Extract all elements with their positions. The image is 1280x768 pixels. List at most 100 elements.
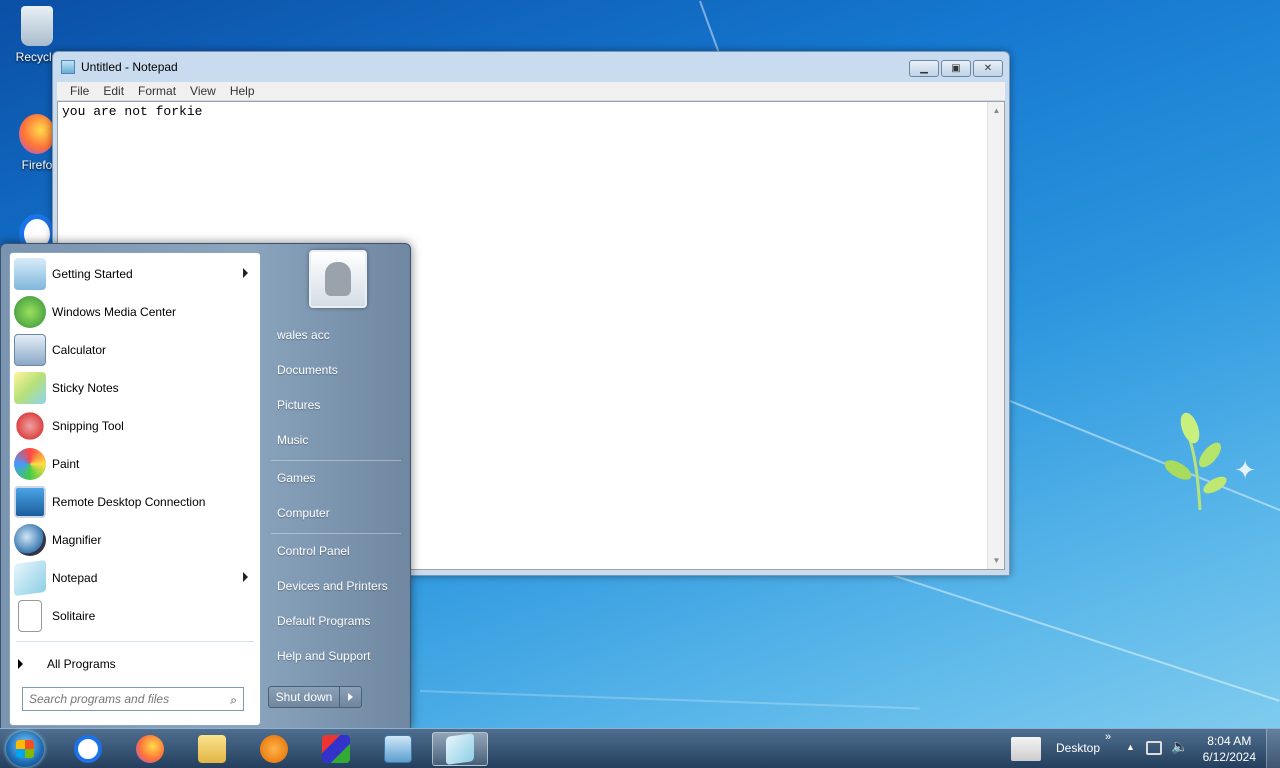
menu-bar: File Edit Format View Help xyxy=(57,82,1005,100)
wallpaper-streak xyxy=(419,690,920,710)
program-notepad[interactable]: Notepad xyxy=(10,559,260,597)
start-menu: Getting Started Windows Media Center Cal… xyxy=(0,243,411,729)
place-pictures[interactable]: Pictures xyxy=(277,398,320,412)
show-hidden-icons-icon[interactable]: ▲ xyxy=(1126,742,1135,752)
clock-date: 6/12/2024 xyxy=(1202,750,1256,764)
show-desktop-button[interactable] xyxy=(1266,729,1280,768)
taskbar-control-panel[interactable] xyxy=(370,732,426,766)
program-snipping-tool[interactable]: Snipping Tool xyxy=(10,407,260,445)
place-games[interactable]: Games xyxy=(277,471,316,485)
taskbar-firefox[interactable] xyxy=(122,732,178,766)
desktop-toolbar-label[interactable]: Desktop xyxy=(1056,741,1100,755)
scissors-icon xyxy=(14,410,46,442)
getting-started-icon xyxy=(14,258,46,290)
menu-edit[interactable]: Edit xyxy=(98,82,129,100)
remote-desktop-icon xyxy=(14,486,46,518)
program-label: Solitaire xyxy=(52,609,96,623)
taskbar-explorer[interactable] xyxy=(184,732,240,766)
cards-icon xyxy=(18,600,42,632)
shutdown-button[interactable]: Shut down xyxy=(268,686,340,708)
program-label: Notepad xyxy=(52,571,98,585)
desktop-icon-label: Firefo xyxy=(21,158,53,172)
program-sticky-notes[interactable]: Sticky Notes xyxy=(10,369,260,407)
network-icon[interactable] xyxy=(1146,741,1162,755)
maximize-button[interactable]: ▣ xyxy=(941,60,971,77)
program-label: Remote Desktop Connection xyxy=(52,495,206,509)
divider xyxy=(16,641,254,642)
place-help-support[interactable]: Help and Support xyxy=(277,649,370,663)
place-music[interactable]: Music xyxy=(277,433,308,447)
control-panel-icon xyxy=(384,735,412,763)
maximize-icon: ▣ xyxy=(951,63,961,74)
scroll-up-icon[interactable]: ▲ xyxy=(988,102,1005,119)
editor-content[interactable]: you are not forkie xyxy=(58,102,1004,121)
recycle-bin-icon xyxy=(21,6,53,46)
shutdown-options-button[interactable] xyxy=(340,686,362,708)
program-label: Calculator xyxy=(52,343,107,357)
menu-format[interactable]: Format xyxy=(133,82,181,100)
program-windows-media-center[interactable]: Windows Media Center xyxy=(10,293,260,331)
taskbar-chrome[interactable] xyxy=(60,732,116,766)
wallpaper-bird-icon: ✦ xyxy=(1234,455,1256,485)
program-label: Getting Started xyxy=(52,267,133,281)
window-title: Untitled - Notepad xyxy=(81,60,178,74)
user-picture-icon xyxy=(325,262,351,296)
program-label: Snipping Tool xyxy=(52,419,124,433)
windows-logo-icon xyxy=(16,740,34,758)
all-programs-arrow-icon xyxy=(18,659,23,669)
wallpaper-streak xyxy=(879,570,1280,702)
notepad-icon xyxy=(446,733,474,765)
menu-file[interactable]: File xyxy=(65,82,94,100)
place-documents[interactable]: Documents xyxy=(277,363,338,377)
taskbar-app-builder[interactable] xyxy=(308,732,364,766)
place-computer[interactable]: Computer xyxy=(277,506,330,520)
sticky-notes-icon xyxy=(14,372,46,404)
submenu-arrow-icon xyxy=(243,572,248,582)
chevron-right-icon xyxy=(348,693,353,701)
place-control-panel[interactable]: Control Panel xyxy=(277,544,350,558)
place-user-folder[interactable]: wales acc xyxy=(277,328,330,342)
divider xyxy=(271,533,401,534)
media-player-icon xyxy=(260,735,288,763)
search-input[interactable] xyxy=(29,692,217,706)
close-button[interactable]: ✕ xyxy=(973,60,1003,77)
firefox-icon xyxy=(19,114,55,154)
notepad-icon xyxy=(14,559,46,597)
menu-help[interactable]: Help xyxy=(225,82,260,100)
taskbar-notepad[interactable] xyxy=(432,732,488,766)
firefox-icon xyxy=(136,735,164,763)
search-box[interactable]: ⌕ xyxy=(22,687,244,711)
program-solitaire[interactable]: Solitaire xyxy=(10,597,260,635)
toolbar-expand-icon[interactable]: » xyxy=(1105,731,1111,743)
notepad-icon xyxy=(61,60,75,74)
program-paint[interactable]: Paint xyxy=(10,445,260,483)
clock-time: 8:04 AM xyxy=(1207,734,1252,748)
all-programs-label: All Programs xyxy=(47,657,116,671)
vertical-scrollbar[interactable]: ▲ ▼ xyxy=(987,102,1004,569)
divider xyxy=(271,460,401,461)
place-devices-printers[interactable]: Devices and Printers xyxy=(277,579,388,593)
search-icon[interactable]: ⌕ xyxy=(230,693,237,708)
all-programs-button[interactable]: All Programs xyxy=(18,657,116,671)
clock[interactable]: 8:04 AM 6/12/2024 xyxy=(1203,733,1256,765)
program-getting-started[interactable]: Getting Started xyxy=(10,255,260,293)
program-magnifier[interactable]: Magnifier xyxy=(10,521,260,559)
scroll-down-icon[interactable]: ▼ xyxy=(988,552,1005,569)
program-calculator[interactable]: Calculator xyxy=(10,331,260,369)
taskbar: Desktop » ▲ 🔈 8:04 AM 6/12/2024 xyxy=(0,728,1280,768)
menu-view[interactable]: View xyxy=(185,82,221,100)
taskbar-media-player[interactable] xyxy=(246,732,302,766)
program-label: Paint xyxy=(52,457,80,471)
place-default-programs[interactable]: Default Programs xyxy=(277,614,370,628)
program-label: Windows Media Center xyxy=(52,305,177,319)
tray-pen-icon[interactable] xyxy=(1011,737,1041,761)
minimize-button[interactable]: ▁ xyxy=(909,60,939,77)
program-remote-desktop[interactable]: Remote Desktop Connection xyxy=(10,483,260,521)
notepad-titlebar[interactable]: Untitled - Notepad xyxy=(53,52,1009,82)
shutdown-group: Shut down xyxy=(268,686,362,708)
volume-muted-icon[interactable]: 🔈 xyxy=(1171,738,1188,755)
user-avatar[interactable] xyxy=(309,250,367,308)
places-pane: wales acc Documents Pictures Music Games… xyxy=(263,244,411,728)
submenu-arrow-icon xyxy=(243,268,248,278)
start-button[interactable] xyxy=(6,731,44,767)
